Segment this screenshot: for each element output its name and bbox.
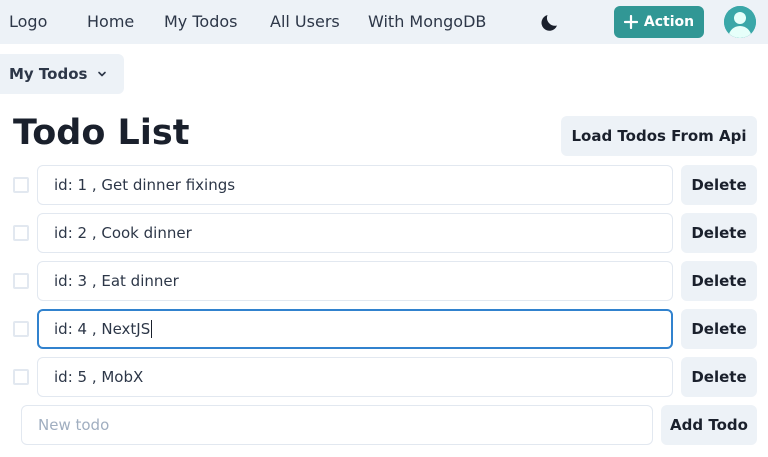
todo-input[interactable]: id: 1 , Get dinner fixings	[37, 165, 673, 205]
my-todos-menu[interactable]: My Todos	[0, 54, 124, 94]
todo-text: id: 5 , MobX	[54, 368, 144, 386]
logo[interactable]: Logo	[9, 12, 47, 31]
todo-text: id: 1 , Get dinner fixings	[54, 176, 236, 194]
todo-checkbox[interactable]	[13, 321, 29, 337]
todo-text: id: 3 , Eat dinner	[54, 272, 179, 290]
todo-row: id: 3 , Eat dinner Delete	[0, 261, 768, 301]
delete-button[interactable]: Delete	[681, 165, 757, 205]
load-todos-button[interactable]: Load Todos From Api	[561, 116, 757, 156]
todo-row: id: 2 , Cook dinner Delete	[0, 213, 768, 253]
delete-button[interactable]: Delete	[681, 213, 757, 253]
action-button-label: Action	[643, 14, 695, 30]
todo-input[interactable]: id: 4 , NextJS	[37, 309, 673, 349]
todo-row: id: 5 , MobX Delete	[0, 357, 768, 397]
todo-checkbox[interactable]	[13, 273, 29, 289]
nav-link-all-users[interactable]: All Users	[270, 12, 340, 31]
todo-input[interactable]: id: 5 , MobX	[37, 357, 673, 397]
delete-button[interactable]: Delete	[681, 309, 757, 349]
new-todo-placeholder: New todo	[38, 416, 110, 434]
nav-link-my-todos[interactable]: My Todos	[164, 12, 237, 31]
todo-checkbox[interactable]	[13, 225, 29, 241]
my-todos-menu-label: My Todos	[9, 65, 88, 83]
todo-text: id: 4 , NextJS	[54, 320, 151, 338]
todo-input[interactable]: id: 2 , Cook dinner	[37, 213, 673, 253]
add-todo-button[interactable]: Add Todo	[661, 405, 757, 445]
moon-icon[interactable]	[538, 10, 562, 34]
todo-row: id: 4 , NextJS Delete	[0, 309, 768, 349]
todo-checkbox[interactable]	[13, 177, 29, 193]
navbar: Logo Home My Todos All Users With MongoD…	[0, 0, 768, 44]
delete-button[interactable]: Delete	[681, 357, 757, 397]
page-title: Todo List	[13, 113, 190, 153]
text-caret	[151, 320, 153, 338]
delete-button[interactable]: Delete	[681, 261, 757, 301]
chevron-down-icon	[98, 71, 107, 77]
new-todo-input[interactable]: New todo	[21, 405, 653, 445]
plus-icon	[623, 15, 638, 29]
todo-checkbox[interactable]	[13, 369, 29, 385]
nav-link-with-mongodb[interactable]: With MongoDB	[368, 12, 486, 31]
todo-row: id: 1 , Get dinner fixings Delete	[0, 165, 768, 205]
nav-link-home[interactable]: Home	[87, 12, 134, 31]
todo-input[interactable]: id: 3 , Eat dinner	[37, 261, 673, 301]
action-button[interactable]: Action	[614, 6, 704, 38]
user-avatar-icon[interactable]	[724, 6, 756, 38]
todo-text: id: 2 , Cook dinner	[54, 224, 192, 242]
